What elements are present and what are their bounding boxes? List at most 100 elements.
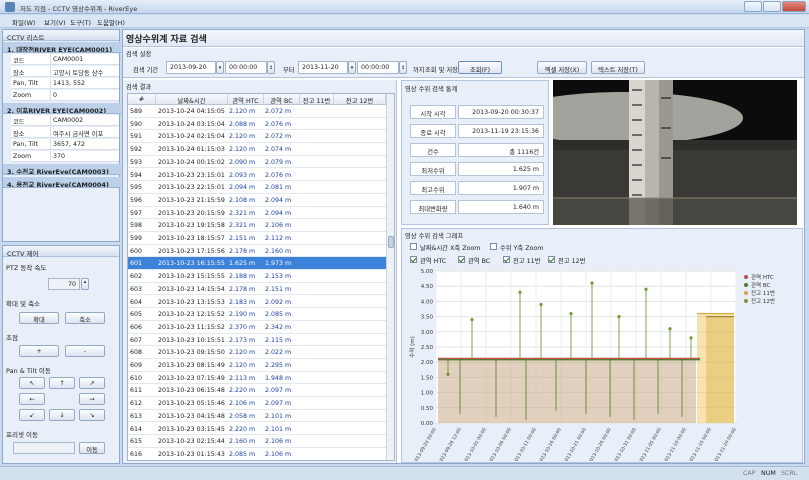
menu-help[interactable]: 도움말(H)	[97, 17, 125, 27]
col-jeongo12[interactable]: 전고 12번	[334, 94, 386, 105]
series-htc-checkbox[interactable]	[410, 256, 417, 263]
results-scrollbar[interactable]	[386, 94, 394, 460]
table-row[interactable]: 605 2013-10-23 12:15:52 2.190 m 2.085 m	[128, 308, 388, 321]
start-date-dropdown[interactable]: ▾	[216, 61, 224, 74]
start-time-spinner[interactable]: ↕	[267, 61, 275, 74]
focus-minus-button[interactable]: -	[65, 345, 105, 357]
col-jeongo11[interactable]: 전고 11번	[300, 94, 334, 105]
start-date-input[interactable]: 2013-09-20	[166, 61, 216, 74]
table-row[interactable]: 597 2013-10-23 20:15:59 2.321 m 2.094 m	[128, 207, 388, 220]
table-row[interactable]: 611 2013-10-23 06:15:48 2.220 m 2.097 m	[128, 384, 388, 398]
series-htc-point	[644, 287, 648, 291]
table-row[interactable]: 590 2013-10-24 03:15:04 2.088 m 2.076 m	[128, 118, 388, 131]
camera-3-header[interactable]: 3. 수전교 RiverEye(CAM0003)	[3, 164, 121, 175]
x-zoom-checkbox[interactable]	[410, 243, 417, 250]
pan-down-left-button[interactable]: ↙	[19, 409, 45, 421]
x-tick-label: 2013-10-31 00:00	[612, 427, 638, 461]
table-row[interactable]: 610 2013-10-23 07:15:49 2.113 m 1.948 m	[128, 372, 388, 385]
table-row[interactable]: 594 2013-10-23 23:15:01 2.093 m 2.076 m	[128, 169, 388, 182]
table-row[interactable]: 616 2013-10-23 01:15:43 2.085 m 2.106 m	[128, 448, 388, 460]
cell-dt: 2013-10-23 05:15:46	[158, 400, 225, 408]
pan-right-button[interactable]: →	[79, 393, 105, 405]
col-htc[interactable]: 관역 HTC	[228, 94, 264, 105]
table-row[interactable]: 601 2013-10-23 16:15:55 1.625 m 1.973 m	[128, 257, 388, 271]
table-row[interactable]: 612 2013-10-23 05:15:46 2.106 m 2.097 m	[128, 397, 388, 410]
preset-select[interactable]	[13, 442, 75, 454]
graph-panel: 영상 수위 검색 그래프 날짜&시간 X축 Zoom 수위 Y축 Zoom 관역…	[401, 228, 803, 463]
menu-file[interactable]: 파일(W)	[12, 17, 35, 27]
cell-idx: 592	[130, 146, 143, 154]
table-row[interactable]: 589 2013-10-24 04:15:05 2.120 m 2.072 m	[128, 105, 388, 118]
table-row[interactable]: 615 2013-10-23 02:15:44 2.160 m 2.106 m	[128, 435, 388, 448]
cell-dt: 2013-10-23 22:15:01	[158, 184, 225, 192]
water-level-chart[interactable]: 5.00 4.50 4.00 3.50 3.00 2.50 2.00 1.50 1.00 0.50…	[406, 267, 800, 461]
cell-htc: 2.120 m	[229, 362, 256, 369]
col-index[interactable]: #	[128, 94, 156, 105]
cell-dt: 2013-10-23 03:15:45	[158, 425, 225, 433]
table-row[interactable]: 593 2013-10-24 00:15:02 2.090 m 2.079 m	[128, 156, 388, 169]
table-row[interactable]: 596 2013-10-23 21:15:59 2.108 m 2.094 m	[128, 194, 388, 207]
tilt-up-button[interactable]: ↑	[49, 377, 75, 389]
series-bc-checkbox[interactable]	[458, 256, 465, 263]
stat-value: 1.625 m	[458, 162, 544, 176]
cell-idx: 615	[130, 438, 143, 446]
results-scroll-thumb[interactable]	[388, 236, 394, 248]
table-row[interactable]: 613 2013-10-23 04:15:48 2.058 m 2.101 m	[128, 410, 388, 423]
table-row[interactable]: 598 2013-10-23 19:15:58 2.321 m 2.106 m	[128, 219, 388, 232]
table-row[interactable]: 609 2013-10-23 08:15:49 2.120 m 2.295 m	[128, 359, 388, 372]
table-row[interactable]: 603 2013-10-23 14:15:54 2.178 m 2.151 m	[128, 283, 388, 296]
text-save-button[interactable]: 텍스트 저장(T)	[591, 61, 645, 74]
series-12-checkbox[interactable]	[548, 256, 555, 263]
menu-view[interactable]: 보기(V)	[44, 17, 65, 27]
close-button[interactable]	[782, 1, 806, 12]
pan-left-button[interactable]: ←	[19, 393, 45, 405]
pan-up-left-button[interactable]: ↖	[19, 377, 45, 389]
pan-up-right-button[interactable]: ↗	[79, 377, 105, 389]
series-11-checkbox[interactable]	[503, 256, 510, 263]
camera-2-location: 장소 여주시 금사면 이포	[11, 127, 119, 138]
table-row[interactable]: 607 2013-10-23 10:15:51 2.173 m 2.115 m	[128, 334, 388, 347]
end-date-dropdown[interactable]: ▾	[348, 61, 356, 74]
end-time-spinner[interactable]: ↕	[399, 61, 407, 74]
zoom-out-button[interactable]: 축소	[65, 312, 105, 324]
page-title: 영상수위계 자료 검색	[126, 35, 207, 45]
stat-label: 시작 시각	[410, 105, 456, 119]
table-row[interactable]: 591 2013-10-24 02:15:04 2.120 m 2.072 m	[128, 130, 388, 144]
start-time-input[interactable]: 00:00:00	[225, 61, 267, 74]
ptz-speed-input[interactable]: 70	[48, 278, 80, 290]
table-row[interactable]: 608 2013-10-23 09:15:50 2.120 m 2.022 m	[128, 346, 388, 359]
ptz-speed-spinner[interactable]: ▴	[81, 278, 89, 290]
table-row[interactable]: 599 2013-10-23 18:15:57 2.151 m 2.112 m	[128, 232, 388, 245]
camera-1-header[interactable]: 1. 대장천RIVER EYE(CAM0001)	[3, 42, 121, 53]
table-row[interactable]: 600 2013-10-23 17:15:56 2.178 m 2.160 m	[128, 245, 388, 258]
maximize-button[interactable]	[763, 1, 781, 12]
cell-dt: 2013-10-24 02:15:04	[158, 133, 225, 141]
end-time-input[interactable]: 00:00:00	[357, 61, 399, 74]
table-row[interactable]: 602 2013-10-23 15:15:55 2.188 m 2.153 m	[128, 270, 388, 283]
cell-htc: 2.094 m	[229, 184, 256, 192]
camera-4-header[interactable]: 4. 용전교 RiverEye(CAM0004)	[3, 177, 121, 188]
preset-move-button[interactable]: 이동	[79, 442, 105, 454]
table-row[interactable]: 614 2013-10-23 03:15:45 2.220 m 2.101 m	[128, 423, 388, 436]
camera-2-header[interactable]: 2. 이포RIVER EYE(CAM0002)	[3, 103, 121, 114]
table-row[interactable]: 592 2013-10-24 01:15:03 2.120 m 2.074 m	[128, 143, 388, 156]
cell-dt: 2013-10-23 20:15:59	[158, 209, 225, 217]
table-row[interactable]: 606 2013-10-23 11:15:52 2.370 m 2.342 m	[128, 321, 388, 334]
col-bc[interactable]: 관역 BC	[264, 94, 300, 105]
excel-save-button[interactable]: 엑셀 저장(X)	[537, 61, 587, 74]
col-datetime[interactable]: 날짜&시간	[156, 94, 228, 105]
end-date-input[interactable]: 2013-11-20	[298, 61, 348, 74]
table-row[interactable]: 595 2013-10-23 22:15:01 2.094 m 2.081 m	[128, 181, 388, 194]
menu-tools[interactable]: 도구(T)	[70, 17, 91, 27]
x-tick-label: 2013-10-21 00:00	[562, 427, 588, 461]
table-row[interactable]: 604 2013-10-23 13:15:53 2.183 m 2.092 m	[128, 296, 388, 309]
pan-down-right-button[interactable]: ↘	[79, 409, 105, 421]
tilt-down-button[interactable]: ↓	[49, 409, 75, 421]
minimize-button[interactable]	[744, 1, 762, 12]
cell-bc: 2.106 m	[265, 438, 292, 446]
zoom-in-button[interactable]: 확대	[19, 312, 59, 324]
query-button[interactable]: 조회(F)	[458, 61, 502, 74]
focus-plus-button[interactable]: +	[19, 345, 59, 357]
y-zoom-checkbox[interactable]	[490, 243, 497, 250]
cell-idx: 598	[130, 222, 143, 230]
